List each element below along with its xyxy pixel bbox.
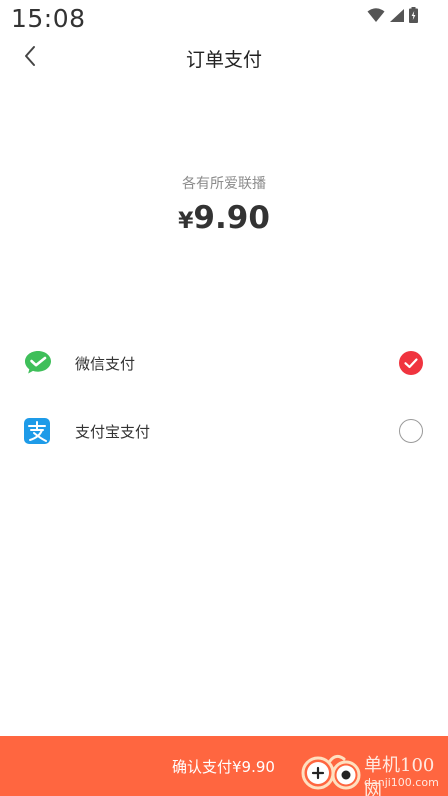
- payment-option-wechat[interactable]: 微信支付: [0, 337, 448, 389]
- payment-label-wechat: 微信支付: [75, 355, 136, 373]
- watermark-name: 单机100网: [364, 755, 435, 796]
- radio-unselected-alipay[interactable]: [399, 419, 423, 443]
- site-watermark: 单机100网 danji100.com: [300, 745, 448, 796]
- wifi-icon: [367, 7, 385, 27]
- status-bar: 15:08: [0, 0, 448, 38]
- page-title: 订单支付: [185, 49, 262, 71]
- watermark-logo-icon: [300, 751, 362, 791]
- currency-symbol: ¥: [178, 209, 194, 234]
- radio-selected-wechat[interactable]: [399, 351, 423, 375]
- watermark-domain: danji100.com: [364, 776, 439, 789]
- merchant-name: 各有所爱联播: [182, 176, 266, 192]
- status-icons: [367, 7, 418, 27]
- alipay-icon: [24, 418, 52, 444]
- amount-value: 9.90: [193, 200, 270, 236]
- status-time: 15:08: [11, 4, 86, 33]
- nav-bar: 订单支付: [0, 38, 448, 78]
- battery-icon: [409, 7, 418, 27]
- order-payment-screen: 15:08 订单支付 各有所爱联播 ¥9.90 微信支付 支付宝支付 确认支付¥…: [0, 0, 448, 796]
- checkmark-icon: [399, 358, 423, 379]
- cellular-signal-icon: [389, 8, 405, 27]
- confirm-payment-label: 确认支付¥9.90: [172, 758, 275, 776]
- payment-amount: ¥9.90: [0, 200, 448, 236]
- wechat-pay-icon: [24, 350, 52, 376]
- payment-label-alipay: 支付宝支付: [75, 423, 151, 441]
- payment-option-alipay[interactable]: 支付宝支付: [0, 405, 448, 457]
